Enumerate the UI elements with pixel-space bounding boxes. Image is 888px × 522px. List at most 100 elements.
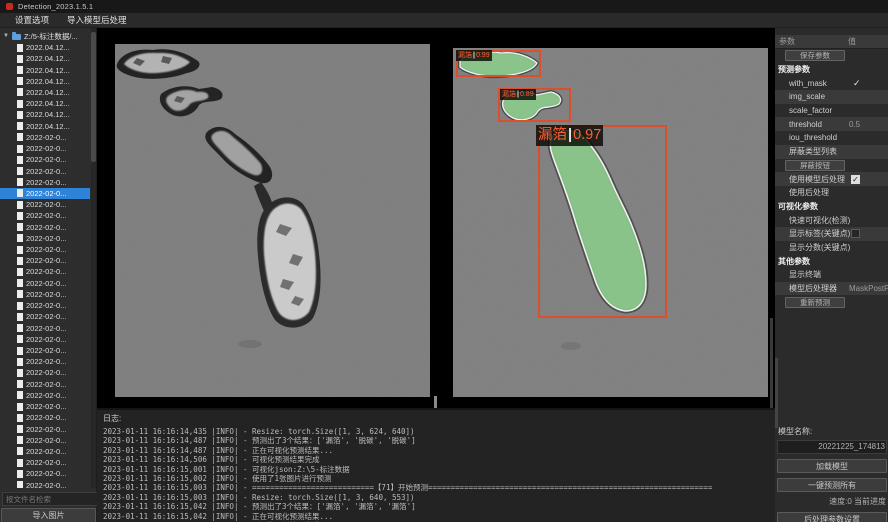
tree-item[interactable]: 2022-02-0... [0, 446, 90, 457]
log-line: 2023-01-11 16:16:15,002 |INFO| - 使用了1张图片… [103, 474, 775, 483]
tree-item[interactable]: 2022-02-0... [0, 390, 90, 401]
tree-item[interactable]: 2022-02-0... [0, 423, 90, 434]
canvas-scrollbar-thumb[interactable] [770, 318, 773, 408]
tree-item[interactable]: 2022-02-0... [0, 244, 90, 255]
source-image-panel[interactable] [115, 44, 430, 397]
tree-item[interactable]: 2022-02-0... [0, 255, 90, 266]
detection-box [538, 125, 667, 318]
menu-item-import-model-postprocess[interactable]: 导入模型后处理 [58, 14, 136, 26]
file-icon [17, 257, 23, 265]
tree-item[interactable]: 2022.04.12... [0, 109, 90, 120]
tree-item[interactable]: 2022-02-0... [0, 334, 90, 345]
tree-item[interactable]: 2022-02-0... [0, 379, 90, 390]
file-icon [17, 358, 23, 366]
tree-item[interactable]: 2022-02-0... [0, 199, 90, 210]
param-value[interactable]: 0.5 [849, 120, 860, 129]
tree-item[interactable]: 2022-02-0... [0, 480, 90, 488]
tree-item[interactable]: 2022-02-0... [0, 210, 90, 221]
tree-item-label: 2022-02-0... [26, 133, 66, 142]
tree-item[interactable]: 2022-02-0... [0, 289, 90, 300]
chevron-down-icon: ▼ [3, 33, 9, 39]
tree-item-label: 2022-02-0... [26, 447, 66, 456]
splitter-handle[interactable] [434, 396, 437, 408]
tree-item[interactable]: 2022-02-0... [0, 300, 90, 311]
checkmark-icon[interactable]: ✓ [853, 78, 861, 89]
log-panel: 日志: 2023-01-11 16:16:14,435 |INFO| - Res… [97, 408, 775, 522]
tree-item[interactable]: 2022-02-0... [0, 311, 90, 322]
tree-item-label: 2022.04.12... [26, 66, 70, 75]
predict-all-button[interactable]: 一键预测所有 [777, 478, 887, 492]
file-icon [17, 347, 23, 355]
checkbox[interactable]: ✓ [851, 175, 860, 184]
tree-item[interactable]: 2022-02-0... [0, 278, 90, 289]
file-icon [17, 66, 23, 74]
file-icon [17, 167, 23, 175]
tree-item[interactable]: 2022.04.12... [0, 76, 90, 87]
tree-item-label: 2022-02-0... [26, 279, 66, 288]
file-icon [17, 302, 23, 310]
sidebar-scrollbar[interactable] [91, 28, 96, 488]
tree-item-label: 2022.04.12... [26, 88, 70, 97]
tree-item[interactable]: 2022-02-0... [0, 457, 90, 468]
window-title: Detection_2023.1.5.1 [18, 2, 93, 11]
model-name-label: 模型名称: [775, 426, 888, 438]
prediction-image-panel[interactable]: 漏箔|0.99 漏箔|0.89 漏箔|0.97 [453, 48, 768, 397]
log-line: 2023-01-11 16:16:14,487 |INFO| - 正在可视化预测… [103, 446, 775, 455]
param-label: 屏蔽类型列表 [775, 146, 837, 157]
tree-item[interactable]: 2022-02-0... [0, 177, 90, 188]
tree-item-label: 2022-02-0... [26, 144, 66, 153]
tree-item-label: 2022-02-0... [26, 335, 66, 344]
tree-item[interactable]: 2022-02-0... [0, 143, 90, 154]
load-model-button[interactable]: 加载模型 [777, 459, 887, 473]
tree-item[interactable]: 2022-02-0... [0, 401, 90, 412]
sidebar-scrollbar-thumb[interactable] [91, 32, 96, 162]
file-icon [17, 425, 23, 433]
tree-item[interactable]: 2022-02-0... [0, 188, 90, 199]
tree-item[interactable]: 2022-02-0... [0, 233, 90, 244]
file-icon [17, 201, 23, 209]
tree-item[interactable]: 2022-02-0... [0, 356, 90, 367]
model-name-field[interactable]: 20221225_174813 [777, 440, 887, 454]
file-icon [17, 290, 23, 298]
param-button[interactable]: 屏蔽按钮 [785, 160, 845, 171]
tree-item[interactable]: 2022-02-0... [0, 154, 90, 165]
tree-item[interactable]: 2022-02-0... [0, 132, 90, 143]
tree-item[interactable]: 2022-02-0... [0, 165, 90, 176]
search-input[interactable] [2, 492, 98, 506]
tree-item[interactable]: 2022-02-0... [0, 266, 90, 277]
param-row: 模型后处理器MaskPostPro [775, 282, 888, 296]
tree-item[interactable]: 2022.04.12... [0, 98, 90, 109]
tree-item[interactable]: 2022-02-0... [0, 345, 90, 356]
tree-item[interactable]: 2022-02-0... [0, 322, 90, 333]
file-icon [17, 380, 23, 388]
tree-item[interactable]: 2022.04.12... [0, 42, 90, 53]
model-section: 模型名称: 20221225_174813 加载模型 一键预测所有 速度:0 当… [775, 426, 888, 438]
postprocess-settings-button[interactable]: 后处理参数设置 [777, 512, 887, 522]
param-button[interactable]: 重新预测 [785, 297, 845, 308]
tree-root-folder[interactable]: ▼ Z:/5-标注数据/... [0, 30, 90, 42]
param-label: 使用后处理 [775, 187, 829, 198]
detection-label: 漏箔|0.99 [456, 50, 492, 61]
tree-item-label: 2022.04.12... [26, 54, 70, 63]
detection-label: 漏箔|0.89 [500, 89, 536, 100]
tree-item[interactable]: 2022-02-0... [0, 435, 90, 446]
tree-item[interactable]: 2022-02-0... [0, 222, 90, 233]
menu-item-settings[interactable]: 设置选项 [6, 14, 58, 26]
detection-label: 漏箔|0.97 [536, 125, 603, 146]
tree-item[interactable]: 2022-02-0... [0, 367, 90, 378]
param-label: 显示分数(关键点) [775, 242, 850, 253]
file-icon [17, 44, 23, 52]
tree-item[interactable]: 2022.04.12... [0, 53, 90, 64]
checkbox[interactable] [851, 229, 860, 238]
params-header: 参数 值 [775, 35, 888, 49]
import-images-button[interactable]: 导入图片 [1, 508, 96, 522]
param-value[interactable]: MaskPostPro [849, 284, 888, 293]
params-scrollbar-thumb[interactable] [775, 358, 778, 428]
tree-item-label: 2022-02-0... [26, 391, 66, 400]
tree-item[interactable]: 2022.04.12... [0, 121, 90, 132]
param-button[interactable]: 保存参数 [785, 50, 845, 61]
tree-item[interactable]: 2022-02-0... [0, 412, 90, 423]
tree-item[interactable]: 2022-02-0... [0, 468, 90, 479]
tree-item[interactable]: 2022.04.12... [0, 87, 90, 98]
tree-item[interactable]: 2022.04.12... [0, 64, 90, 75]
